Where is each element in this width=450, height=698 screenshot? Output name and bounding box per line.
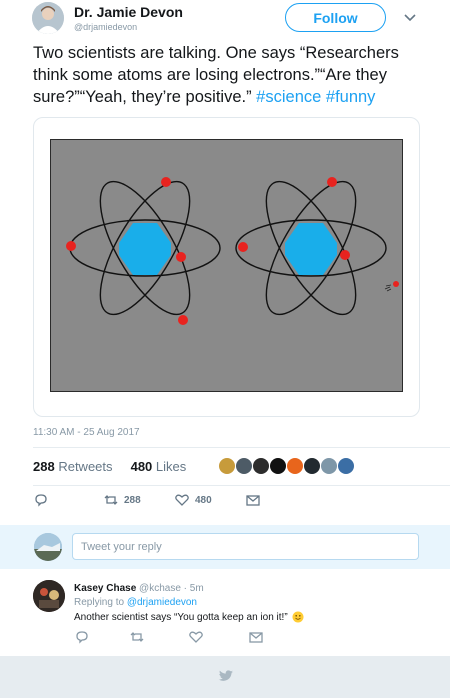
electron (66, 241, 76, 251)
atom-left (66, 177, 221, 325)
divider (33, 485, 450, 486)
tweet-stats: 288 Retweets 480 Likes (33, 459, 186, 477)
electron (238, 242, 248, 252)
twitter-bird-icon[interactable] (218, 670, 234, 683)
heart-icon (175, 494, 189, 506)
like-label[interactable]: Likes (156, 459, 186, 474)
atom-illustration (50, 139, 403, 392)
like-action[interactable]: 480 (174, 493, 212, 507)
tweet-text: Two scientists are talking. One says “Re… (33, 42, 428, 108)
like-count[interactable]: 480 (131, 459, 153, 474)
reply-time[interactable]: 5m (190, 583, 204, 594)
nucleus-right (285, 223, 337, 275)
message-action[interactable] (245, 493, 261, 507)
replying-mention[interactable]: @drjamiedevon (127, 597, 197, 608)
reply-reply-action[interactable] (74, 630, 90, 644)
reply-author-name[interactable]: Kasey Chase (74, 583, 136, 594)
reply-message-action[interactable] (248, 630, 264, 644)
author-name[interactable]: Dr. Jamie Devon (74, 4, 183, 20)
liker-avatar[interactable] (219, 458, 235, 474)
tweet-media[interactable] (33, 117, 420, 417)
reply-text: Another scientist says “You gotta keep a… (74, 611, 288, 623)
liker-avatar[interactable] (253, 458, 269, 474)
electron (178, 315, 188, 325)
author-avatar[interactable] (32, 2, 64, 34)
replying-prefix: Replying to (74, 597, 125, 608)
reply-icon (76, 631, 88, 644)
divider (33, 447, 450, 448)
atom-right (235, 177, 387, 316)
smile-emoji-icon (292, 611, 304, 623)
tweet-timestamp[interactable]: 11:30 AM - 25 Aug 2017 (33, 427, 140, 438)
escaping-electron (384, 281, 399, 292)
reply-icon (35, 494, 47, 507)
liker-avatar[interactable] (338, 458, 354, 474)
message-icon (249, 632, 263, 643)
liker-avatar[interactable] (304, 458, 320, 474)
author-handle[interactable]: @drjamiedevon (74, 22, 137, 32)
nucleus-left (119, 223, 171, 275)
retweet-icon (104, 495, 118, 505)
retweet-action[interactable]: 288 (103, 493, 141, 507)
reply-author-avatar[interactable] (33, 580, 65, 612)
reply-like-action[interactable] (188, 630, 204, 644)
liker-avatar[interactable] (270, 458, 286, 474)
electron (176, 252, 186, 262)
liker-avatar[interactable] (321, 458, 337, 474)
reply-separator: · (183, 583, 188, 594)
like-action-count: 480 (195, 494, 212, 506)
liker-avatar[interactable] (236, 458, 252, 474)
reply-retweet-action[interactable] (129, 630, 145, 644)
electron (161, 177, 171, 187)
retweet-action-count: 288 (124, 494, 141, 506)
follow-button[interactable]: Follow (285, 3, 386, 32)
reply-action[interactable] (33, 493, 49, 507)
heart-icon (189, 631, 203, 643)
reply-author-line: Kasey Chase @kchase · 5m (74, 583, 204, 594)
hashtag-science[interactable]: #science (256, 88, 321, 106)
tweet-header: Dr. Jamie Devon @drjamiedevon Follow (0, 0, 450, 44)
electron (340, 250, 350, 260)
liker-avatars (219, 458, 354, 476)
retweet-label[interactable]: Retweets (58, 459, 112, 474)
chevron-down-icon[interactable] (403, 10, 417, 24)
current-user-avatar (34, 533, 62, 561)
liker-avatar[interactable] (287, 458, 303, 474)
electron (327, 177, 337, 187)
message-icon (246, 495, 260, 506)
retweet-icon (130, 632, 144, 642)
reply-input[interactable] (72, 533, 419, 560)
reply-text-line: Another scientist says “You gotta keep a… (74, 611, 304, 623)
reply-author-handle[interactable]: @kchase (139, 583, 181, 594)
hashtag-funny[interactable]: #funny (326, 88, 376, 106)
retweet-count[interactable]: 288 (33, 459, 55, 474)
replying-to: Replying to @drjamiedevon (74, 597, 197, 608)
